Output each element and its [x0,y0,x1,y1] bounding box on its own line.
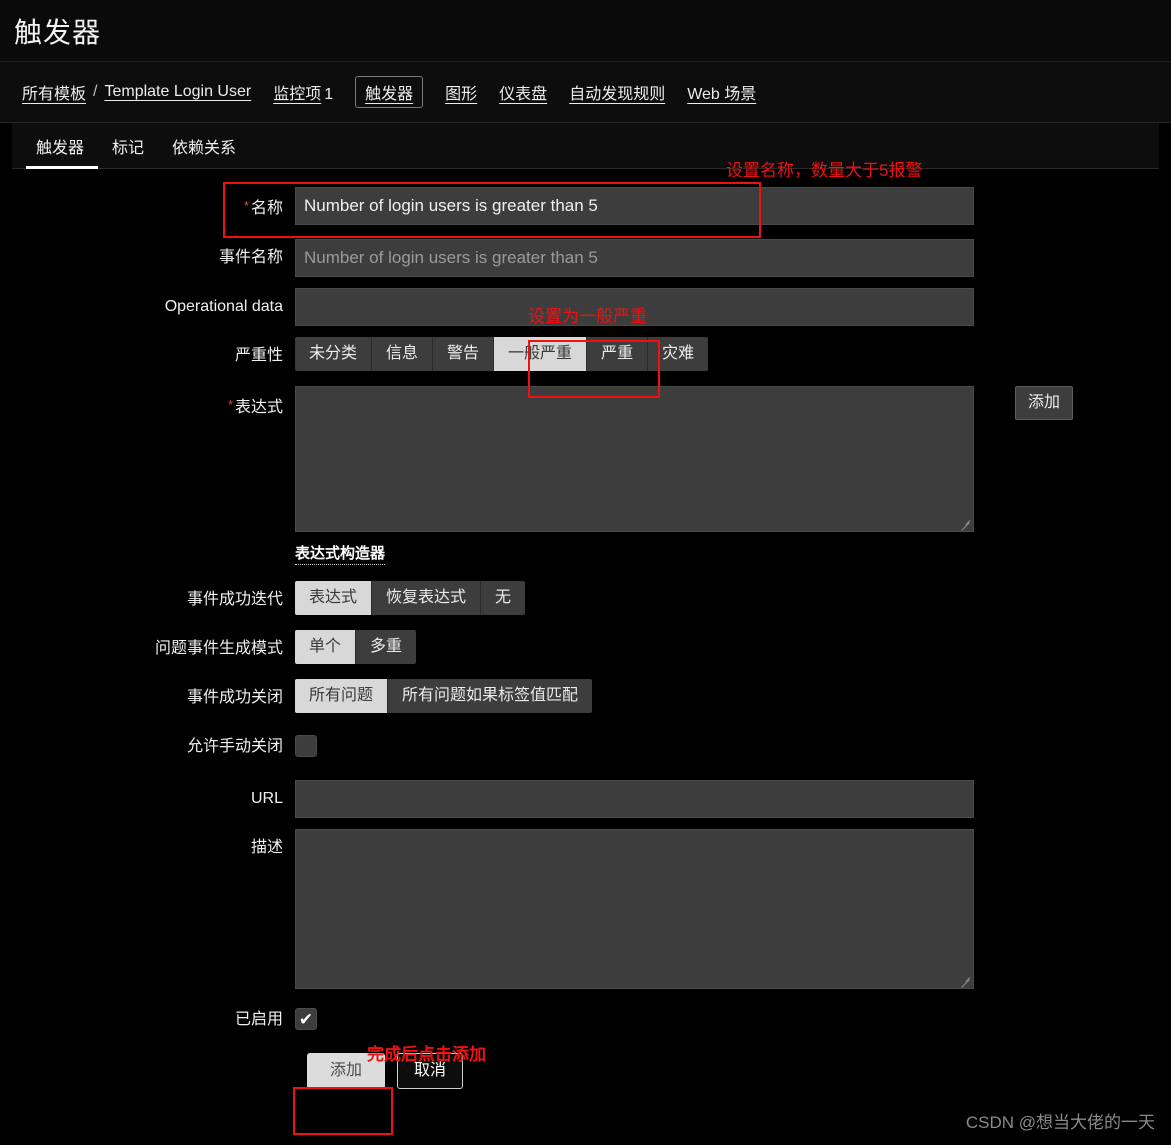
required-marker-name: * [243,198,249,213]
severity-option-high[interactable]: 严重 [587,337,649,371]
nav-item-discovery-rules-label: 自动发现规则 [569,86,666,103]
problem-event-mode-group: 单个 多重 [295,630,417,664]
navigation-bar: 所有模板 / Template Login User 监控项 1 触发器 图形 仪… [0,62,1171,123]
watermark: CSDN @想当大佬的一天 [965,1113,1155,1132]
label-expression: * 表达式 [0,386,295,427]
expression-builder-link[interactable]: 表达式构造器 [295,544,386,565]
field-operational-data [295,288,1171,326]
page-title: 触发器 [14,16,102,48]
field-enabled: ✔ [295,1001,1171,1030]
event-generation-option-recovery-expression[interactable]: 恢复表达式 [372,581,482,615]
nav-item-triggers[interactable]: 触发器 [355,76,424,108]
row-allow-manual-close: 允许手动关闭 ✔ [0,728,1171,766]
field-name: Number of login users is greater than 5 [295,187,1171,225]
nav-item-web-scenarios-label: Web 场景 [687,86,757,103]
annotation-box-submit [293,1087,393,1135]
field-event-generation: 表达式 恢复表达式 无 [295,581,1171,615]
label-severity: 严重性 [234,347,283,364]
description-textarea[interactable] [295,829,974,989]
page-header: 触发器 [0,0,1171,62]
row-problem-event-mode: 问题事件生成模式 单个 多重 [0,630,1171,668]
nav-item-dashboards[interactable]: 仪表盘 [499,80,547,104]
nav-item-discovery-rules[interactable]: 自动发现规则 [569,80,665,104]
breadcrumb-separator: / [93,83,98,100]
label-allow-manual-close: 允许手动关闭 [186,738,283,755]
expression-add-button[interactable]: 添加 [1015,386,1074,420]
nav-item-triggers-label: 触发器 [365,86,414,103]
event-close-option-tag-match[interactable]: 所有问题如果标签值匹配 [388,679,593,713]
annotation-severity-note: 设置为一般严重 [528,307,647,326]
severity-option-information[interactable]: 信息 [372,337,434,371]
field-expression: 添加 表达式构造器 [295,386,1171,565]
severity-group: 未分类 信息 警告 一般严重 严重 灾难 [295,337,709,371]
label-url: URL [250,790,283,807]
event-name-input[interactable]: Number of login users is greater than 5 [295,239,974,277]
nav-item-graphs-label: 图形 [445,86,478,103]
row-description: 描述 [0,829,1171,989]
expression-textarea[interactable] [295,386,974,532]
severity-option-average[interactable]: 一般严重 [494,337,588,371]
field-allow-manual-close: ✔ [295,728,1171,757]
breadcrumb-template-login-user[interactable]: Template Login User [104,83,251,101]
expression-row: 添加 [295,386,1171,532]
annotation-name-note: 设置名称，数量大于5报警 [726,161,923,180]
label-description: 描述 [250,839,283,856]
label-name-text: 名称 [250,200,283,217]
nav-item-items-count: 1 [324,86,334,103]
label-operational-data: Operational data [164,298,283,315]
label-enabled: 已启用 [234,1011,283,1028]
breadcrumb-all-templates[interactable]: 所有模板 [22,80,86,104]
required-marker-expression: * [227,397,233,412]
field-problem-event-mode: 单个 多重 [295,630,1171,664]
tab-dependencies[interactable]: 依赖关系 [158,134,250,168]
problem-event-mode-option-single[interactable]: 单个 [295,630,357,664]
resize-handle-icon[interactable] [959,518,971,530]
event-generation-group: 表达式 恢复表达式 无 [295,581,526,615]
label-expression-text: 表达式 [234,399,283,416]
row-event-name: 事件名称 Number of login users is greater th… [0,239,1171,277]
row-expression: * 表达式 添加 表达式构造器 [0,386,1171,565]
event-generation-option-none[interactable]: 无 [481,581,526,615]
allow-manual-close-checkbox[interactable]: ✔ [295,735,317,757]
label-name: * 名称 [0,187,295,228]
resize-handle-description-icon[interactable] [959,975,971,987]
row-event-close: 事件成功关闭 所有问题 所有问题如果标签值匹配 [0,679,1171,717]
label-problem-event-mode: 问题事件生成模式 [154,640,283,657]
nav-item-dashboards-label: 仪表盘 [499,86,548,103]
tab-trigger[interactable]: 触发器 [26,134,99,169]
field-url [295,780,1171,818]
event-generation-option-expression[interactable]: 表达式 [295,581,373,615]
row-severity: 严重性 未分类 信息 警告 一般严重 严重 灾难 [0,337,1171,375]
problem-event-mode-option-multiple[interactable]: 多重 [356,630,417,664]
severity-option-not-classified[interactable]: 未分类 [295,337,373,371]
tab-tags[interactable]: 标记 [98,134,158,168]
tab-strip: 触发器 标记 依赖关系 [12,123,1159,169]
row-event-generation: 事件成功迭代 表达式 恢复表达式 无 [0,581,1171,619]
url-input[interactable] [295,780,974,818]
event-close-group: 所有问题 所有问题如果标签值匹配 [295,679,593,713]
event-close-option-all-problems[interactable]: 所有问题 [295,679,389,713]
label-event-name: 事件名称 [218,249,283,266]
row-name: * 名称 Number of login users is greater tha… [0,187,1171,228]
annotation-submit-note: 完成后点击添加 [367,1045,486,1064]
label-event-generation: 事件成功迭代 [186,591,283,608]
field-event-close: 所有问题 所有问题如果标签值匹配 [295,679,1171,713]
nav-item-web-scenarios[interactable]: Web 场景 [687,80,756,104]
row-enabled: 已启用 ✔ [0,1001,1171,1039]
field-event-name: Number of login users is greater than 5 [295,239,1171,277]
severity-option-warning[interactable]: 警告 [433,337,495,371]
field-description [295,829,1171,989]
name-input[interactable]: Number of login users is greater than 5 [295,187,974,225]
nav-item-graphs[interactable]: 图形 [445,80,477,104]
nav-item-items[interactable]: 监控项 1 [273,80,333,104]
row-url: URL [0,780,1171,818]
enabled-checkbox[interactable]: ✔ [295,1008,317,1030]
severity-option-disaster[interactable]: 灾难 [648,337,709,371]
nav-item-items-label: 监控项 [273,86,322,103]
field-severity: 未分类 信息 警告 一般严重 严重 灾难 [295,337,1171,371]
label-event-close: 事件成功关闭 [186,689,283,706]
